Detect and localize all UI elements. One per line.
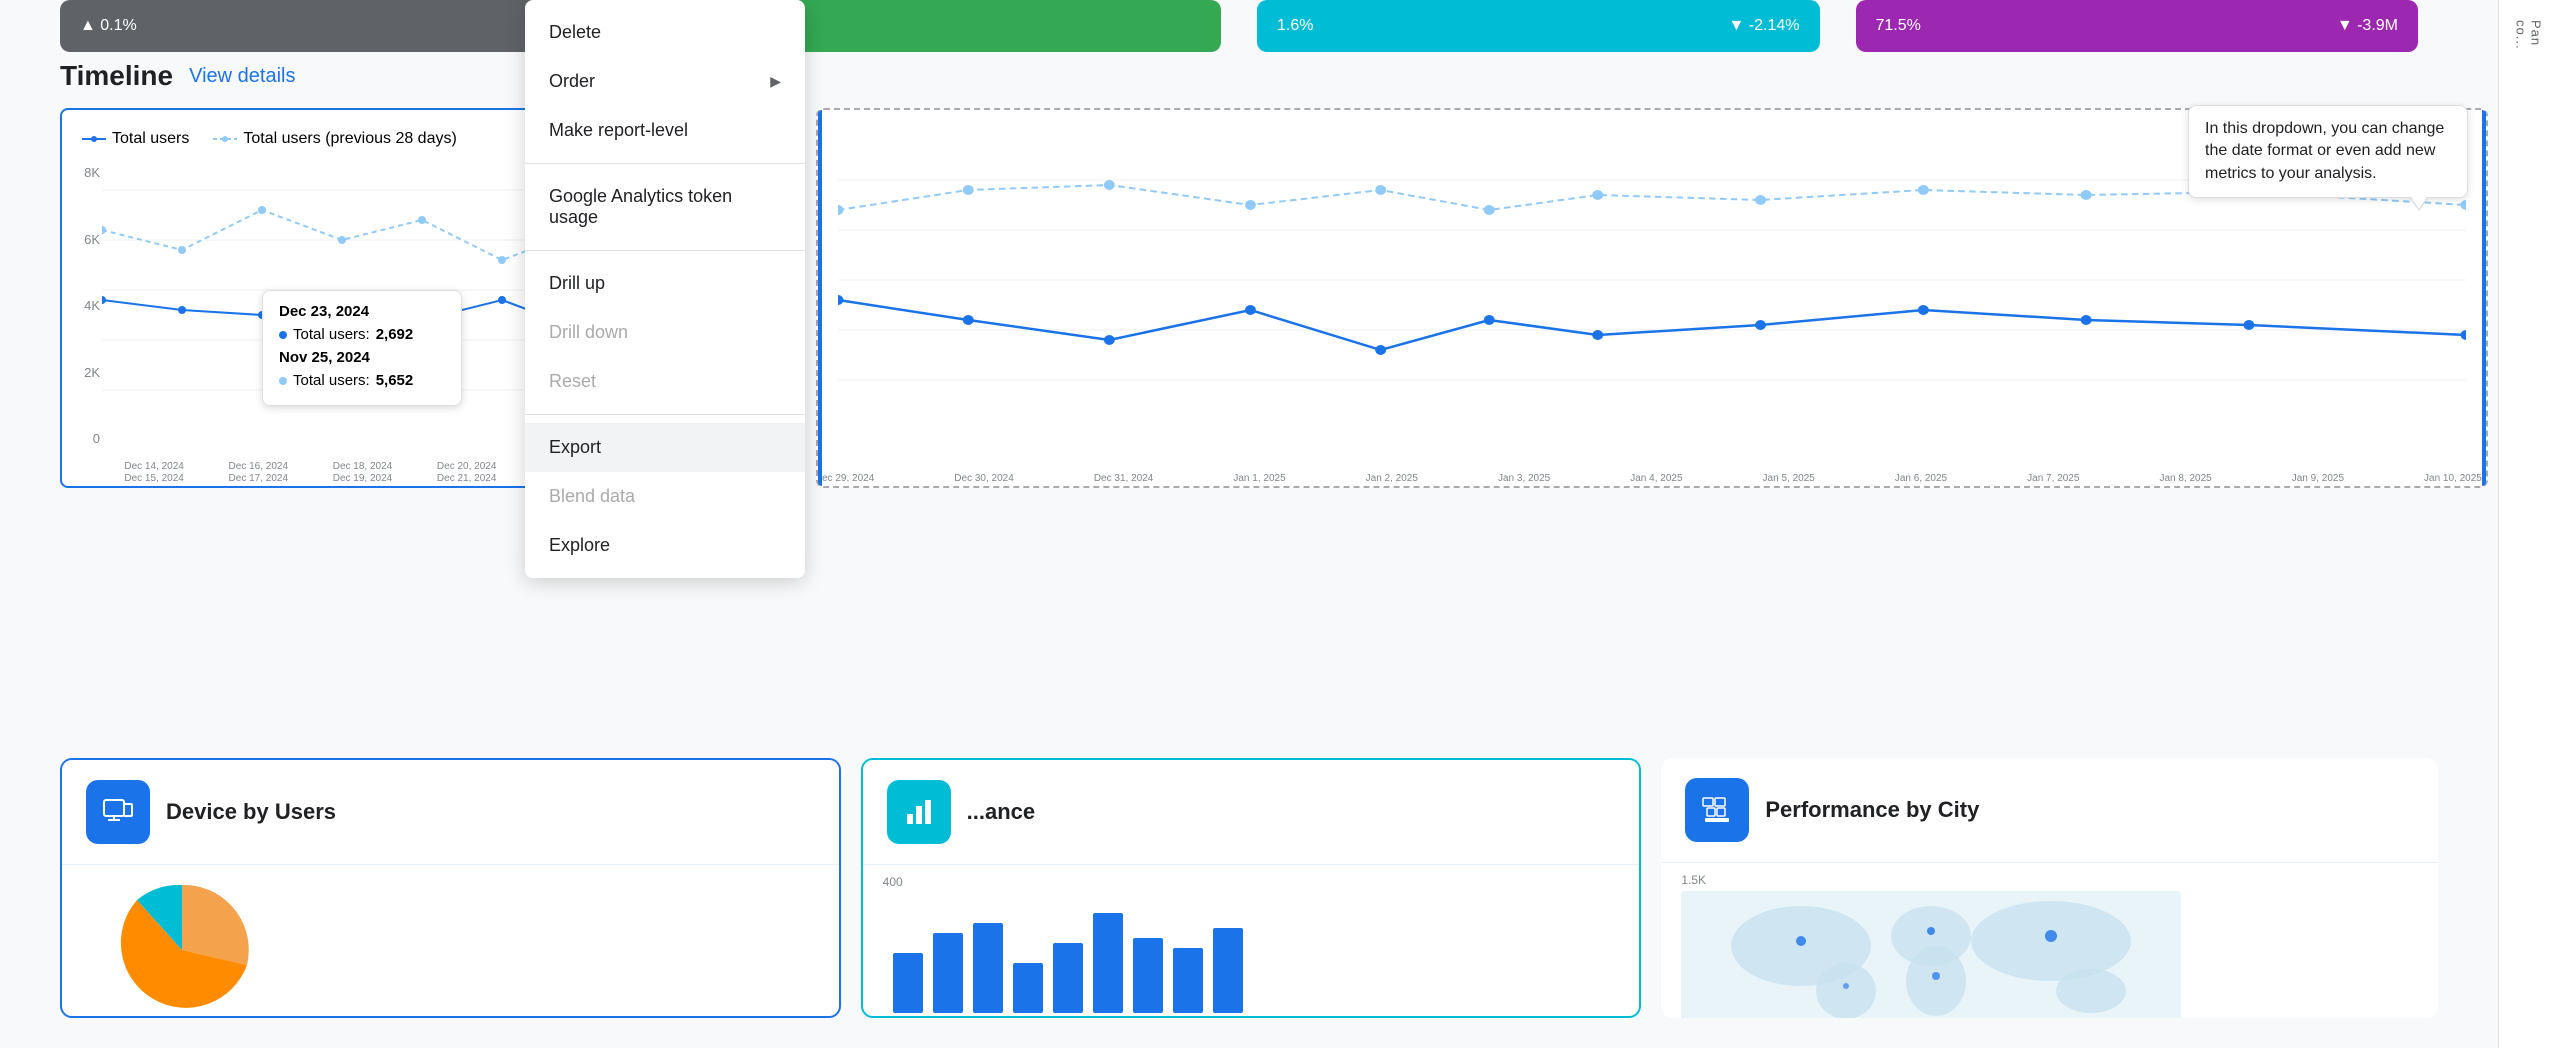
charts-row: Total users Total users (previous 28 day… [60, 108, 2488, 488]
y-8k: 8K [62, 165, 100, 180]
menu-item-drill-down: Drill down [525, 308, 805, 357]
performance-chart-area: 400 [863, 865, 1640, 1018]
tooltip-label1: Total users: [293, 326, 370, 343]
city-widget-title: Performance by City [1765, 797, 1979, 823]
map-svg [1681, 891, 2181, 1018]
device-widget-header: Device by Users [62, 760, 839, 865]
menu-item-drill-up[interactable]: Drill up [525, 259, 805, 308]
menu-divider-2 [525, 250, 805, 251]
tooltip-dot-light [279, 377, 287, 385]
chart-tooltip: Dec 23, 2024 Total users: 2,692 Nov 25, … [262, 290, 462, 406]
tooltip-value1: 2,692 [376, 326, 414, 343]
tooltip-row2: Total users: 5,652 [279, 372, 445, 389]
tooltip-date2: Nov 25, 2024 [279, 349, 445, 366]
y-axis-left: 8K 6K 4K 2K 0 [62, 165, 100, 446]
y-2k: 2K [62, 365, 100, 380]
legend-label-previous: Total users (previous 28 days) [243, 130, 456, 148]
metric-card-purple: 71.5% ▼ -3.9M [1856, 0, 2419, 52]
menu-item-reset: Reset [525, 357, 805, 406]
widget-performance[interactable]: ...ance 400 [861, 758, 1642, 1018]
menu-item-export[interactable]: Export [525, 423, 805, 472]
performance-widget-header: ...ance [863, 760, 1640, 865]
view-details-link[interactable]: View details [189, 65, 295, 88]
pie-chart-svg [82, 875, 282, 1018]
menu-divider-3 [525, 414, 805, 415]
city-chart-area: 1.5K [1661, 863, 2438, 1018]
bar-chart-svg [883, 893, 1283, 1018]
left-border-accent [818, 110, 822, 486]
x-axis-right: ec 29, 2024 Dec 30, 2024 Dec 31, 2024 Ja… [818, 473, 2486, 484]
device-chart-area [62, 865, 839, 1018]
performance-icon [887, 780, 951, 844]
right-sidebar: Panco... [2498, 0, 2558, 1048]
widget-performance-by-city[interactable]: Performance by City 1.5K [1661, 758, 2438, 1018]
timeline-header: Timeline View details [60, 60, 2488, 92]
tooltip-label2: Total users: [293, 372, 370, 389]
menu-item-blend-data: Blend data [525, 472, 805, 521]
y-0: 0 [62, 431, 100, 446]
info-tooltip: In this dropdown, you can change the dat… [2188, 105, 2468, 198]
context-menu: Delete Order ▶ Make report-level Google … [525, 0, 805, 578]
metric-delta-gray: ▲ 0.1% [80, 17, 137, 35]
device-icon [86, 780, 150, 844]
y-6k: 6K [62, 232, 100, 247]
tooltip-row1: Total users: 2,692 [279, 326, 445, 343]
menu-item-delete[interactable]: Delete [525, 8, 805, 57]
panel-text: Panco... [2514, 20, 2544, 50]
city-icon [1685, 778, 1749, 842]
y-4k: 4K [62, 298, 100, 313]
metric-val-purple: 71.5% [1876, 17, 1921, 35]
order-arrow-icon: ▶ [770, 73, 781, 90]
legend-label-total: Total users [112, 130, 189, 148]
city-x-label: 1.5K [1681, 873, 2418, 887]
timeline-title: Timeline [60, 60, 173, 92]
metric-delta-purple: ▼ -3.9M [2337, 17, 2398, 35]
menu-item-order[interactable]: Order ▶ [525, 57, 805, 106]
info-tooltip-text: In this dropdown, you can change the dat… [2205, 120, 2444, 182]
menu-item-explore[interactable]: Explore [525, 521, 805, 570]
legend-total-users: Total users [82, 130, 189, 148]
menu-divider-1 [525, 163, 805, 164]
legend-previous-users: Total users (previous 28 days) [213, 130, 456, 148]
timeline-section: Timeline View details Total users Total … [60, 60, 2488, 488]
menu-item-ga-token[interactable]: Google Analytics token usage [525, 172, 805, 242]
performance-widget-title: ...ance [967, 799, 1035, 825]
tooltip-date1: Dec 23, 2024 [279, 303, 445, 320]
metric-delta-teal: ▼ -2.14% [1729, 17, 1800, 35]
right-border-accent [2482, 110, 2486, 486]
widget-device-by-users[interactable]: Device by Users [60, 758, 841, 1018]
widget-row: Device by Users [60, 758, 2438, 1018]
performance-x-label: 400 [883, 875, 1620, 889]
city-widget-header: Performance by City [1661, 758, 2438, 863]
tooltip-dot-blue [279, 331, 287, 339]
device-widget-title: Device by Users [166, 799, 336, 825]
menu-item-report-level[interactable]: Make report-level [525, 106, 805, 155]
metric-val-teal: 1.6% [1277, 17, 1313, 35]
metric-card-teal: 1.6% ▼ -2.14% [1257, 0, 1820, 52]
dashboard: Panco... ▲ 0.1% 0.05% ▲ 55.6% 1.6% ▼ -2.… [0, 0, 2558, 1048]
tooltip-value2: 5,652 [376, 372, 414, 389]
